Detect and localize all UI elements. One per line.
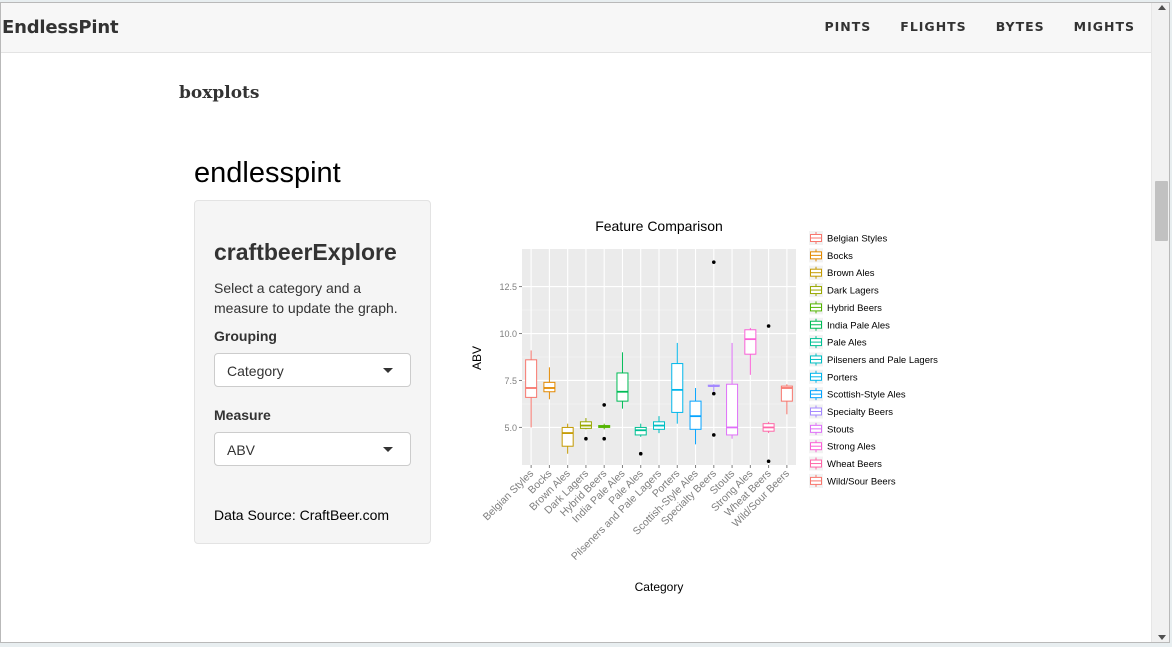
legend-label: India Pale Ales	[827, 320, 890, 331]
box-outlier	[766, 459, 771, 464]
box-outlier	[712, 260, 716, 264]
scrollbar-thumb[interactable]	[1155, 181, 1168, 241]
app-title: endlesspint	[194, 157, 341, 189]
legend-label: Pale Ales	[827, 338, 867, 349]
box-body	[561, 426, 574, 447]
box-outlier	[602, 436, 606, 441]
box-body	[543, 381, 556, 393]
x-tick-label: Belgian Styles	[481, 468, 537, 524]
data-source-text: Data Source: CraftBeer.com	[214, 507, 390, 523]
y-tick-label: 7.5	[504, 376, 517, 386]
legend-label: Stouts	[827, 424, 854, 435]
grouping-select-value: Category	[227, 363, 284, 379]
legend-label: Specialty Beers	[827, 407, 893, 418]
panel-title: craftbeerExplore	[214, 239, 397, 265]
brand-logo[interactable]: EndlessPint	[2, 17, 119, 38]
scroll-up-arrow-icon[interactable]	[1158, 5, 1166, 10]
box-outlier	[638, 451, 643, 456]
y-tick-label: 10.0	[499, 329, 517, 339]
box-outlier	[766, 324, 771, 328]
y-axis-label: ABV	[470, 346, 484, 370]
legend-label: Wheat Beers	[827, 459, 882, 470]
box-body	[689, 400, 702, 430]
box-body	[634, 426, 647, 436]
box-body	[744, 329, 757, 355]
legend-label: Wild/Sour Beers	[827, 476, 896, 487]
legend-label: Scottish-Style Ales	[827, 390, 906, 401]
legend-label: Bocks	[827, 251, 853, 262]
chart-title: Feature Comparison	[595, 218, 723, 234]
legend-label: Porters	[827, 372, 858, 383]
panel-description: Select a category and a measure to updat…	[214, 280, 398, 316]
box-outlier	[584, 436, 588, 441]
box-outlier	[602, 403, 606, 407]
browser-window: EndlessPint PINTS FLIGHTS BYTES MIGHTS b…	[0, 2, 1170, 643]
box-outlier	[712, 391, 716, 396]
nav-link-bytes[interactable]: BYTES	[996, 19, 1045, 34]
navbar: EndlessPint PINTS FLIGHTS BYTES MIGHTS	[1, 3, 1151, 53]
y-tick-label: 12.5	[499, 282, 517, 292]
measure-label: Measure	[214, 407, 271, 423]
boxplot-chart: 5.0 7.5 10.0 12.5 Belgian Styles Bocks Brown A…	[470, 218, 938, 594]
measure-select-value: ABV	[227, 442, 256, 458]
box-outlier	[712, 433, 716, 437]
scroll-down-arrow-icon[interactable]	[1158, 635, 1166, 640]
nav-link-mights[interactable]: MIGHTS	[1074, 19, 1135, 34]
y-tick-label: 5.0	[504, 423, 517, 433]
legend-label: Brown Ales	[827, 268, 875, 279]
chevron-down-icon	[383, 447, 393, 452]
box-body	[671, 363, 684, 413]
vertical-scrollbar[interactable]	[1151, 3, 1169, 642]
page-heading: boxplots	[179, 83, 260, 103]
chevron-down-icon	[383, 368, 393, 373]
legend-label: Dark Lagers	[827, 286, 879, 297]
box-body	[525, 359, 538, 398]
measure-select[interactable]: ABV	[214, 432, 411, 466]
legend-label: Hybrid Beers	[827, 303, 882, 314]
nav-link-flights[interactable]: FLIGHTS	[900, 19, 966, 34]
x-axis-label: Category	[635, 580, 684, 594]
legend-label: Belgian Styles	[827, 234, 887, 245]
sidebar-panel: craftbeerExplore Select a category and a…	[194, 200, 431, 544]
grouping-label: Grouping	[214, 328, 277, 344]
legend-label: Strong Ales	[827, 442, 876, 453]
grouping-select[interactable]: Category	[214, 353, 411, 387]
box-body	[616, 372, 629, 402]
nav-links: PINTS FLIGHTS BYTES MIGHTS	[824, 19, 1135, 34]
legend-label: Pilseners and Pale Lagers	[827, 355, 938, 366]
nav-link-pints[interactable]: PINTS	[824, 19, 871, 34]
